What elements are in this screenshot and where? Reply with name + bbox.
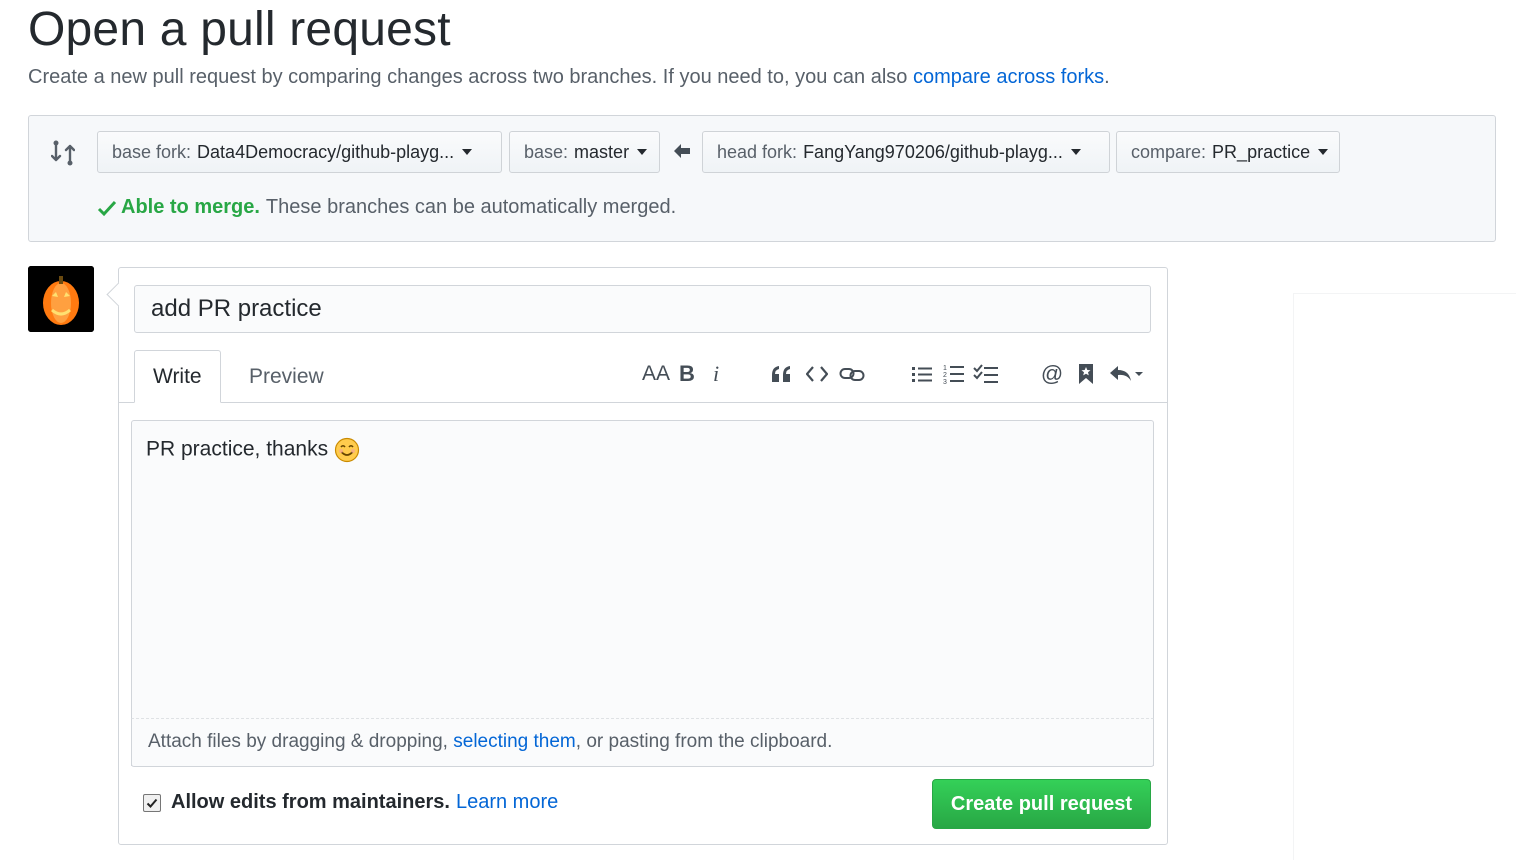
head-fork-select[interactable]: head fork: FangYang970206/github-playg..… [702,131,1110,173]
heading-button[interactable]: AA [641,356,671,392]
page-title: Open a pull request [28,3,451,56]
learn-more-link[interactable]: Learn more [456,791,558,814]
base-branch-label: base: [524,141,569,162]
list-ordered-icon: 123 [943,365,964,385]
reply-icon [1110,366,1143,381]
link-button[interactable] [837,356,867,392]
pr-body-text: PR practice, thanks [146,437,329,461]
chevron-down-icon [637,149,648,155]
chevron-down-icon [462,149,473,155]
pr-body-textarea[interactable]: PR practice, thanks [131,420,1154,766]
svg-text:3: 3 [943,379,947,385]
italic-button[interactable]: i [705,356,727,392]
git-compare-icon [51,140,75,166]
base-branch-select[interactable]: base: master [509,131,660,173]
base-branch-value: master [574,141,630,162]
allow-edits-option: Allow edits from maintainers. Learn more [143,791,558,814]
svg-text:1: 1 [943,365,947,372]
attach-end-text: , or pasting from the clipboard. [575,731,833,752]
quote-icon [772,366,790,382]
tab-write[interactable]: Write [134,350,221,403]
task-list-button[interactable] [971,356,1001,392]
create-pull-request-button[interactable]: Create pull request [932,779,1151,829]
reply-dropdown-button[interactable] [1107,356,1147,392]
page-description: Create a new pull request by comparing c… [28,66,1110,89]
sidebar-panel [1293,293,1516,860]
svg-text:2: 2 [943,372,947,379]
bold-button[interactable]: B [675,356,699,392]
mention-button[interactable]: @ [1039,356,1065,392]
chevron-down-icon [1318,149,1329,155]
pumpkin-avatar-icon [28,266,94,332]
checkmark-icon [146,798,158,808]
tab-preview[interactable]: Preview [231,350,342,403]
allow-edits-label: Allow edits from maintainers. [171,791,450,813]
head-fork-label: head fork: [717,141,798,162]
head-fork-value: FangYang970206/github-playg... [803,141,1063,162]
quote-button[interactable] [767,356,795,392]
compare-branch-select[interactable]: compare: PR_practice [1116,131,1340,173]
allow-edits-checkbox[interactable] [143,793,161,812]
code-button[interactable] [803,356,831,392]
avatar[interactable] [28,266,94,332]
description-end: . [1104,66,1110,88]
bulleted-list-button[interactable] [909,356,935,392]
code-icon [806,366,828,382]
pull-request-form: Write Preview AA B i 123 @ PR pr [118,267,1168,845]
link-icon [839,368,865,381]
range-editor: base fork: Data4Democracy/github-playg..… [28,115,1496,242]
smiling-face-emoji-icon [334,437,360,463]
compare-branch-value: PR_practice [1212,141,1311,162]
merge-status-text: These branches can be automatically merg… [265,196,677,218]
description-text: Create a new pull request by comparing c… [28,66,913,88]
arrow-left-icon [674,144,690,158]
numbered-list-button[interactable]: 123 [941,356,967,392]
merge-status: Able to merge. These branches can be aut… [97,196,676,219]
check-icon [97,200,117,216]
compare-branch-label: compare: [1131,141,1207,162]
base-fork-label: base fork: [112,141,192,162]
list-unordered-icon [912,367,932,382]
chevron-down-icon [1070,149,1081,155]
merge-ok-text: Able to merge. [121,196,260,218]
attach-text: Attach files by dragging & dropping, [148,731,454,752]
compare-across-forks-link[interactable]: compare across forks [913,66,1104,88]
base-fork-select[interactable]: base fork: Data4Democracy/github-playg..… [97,131,502,173]
saved-reply-button[interactable] [1075,356,1097,392]
bookmark-icon [1079,364,1093,384]
pr-title-input[interactable] [134,285,1151,333]
file-attachment-dropzone[interactable]: Attach files by dragging & dropping, sel… [131,718,1154,767]
base-fork-value: Data4Democracy/github-playg... [197,141,455,162]
select-files-link[interactable]: selecting them [453,731,576,752]
tasklist-icon [973,364,998,383]
